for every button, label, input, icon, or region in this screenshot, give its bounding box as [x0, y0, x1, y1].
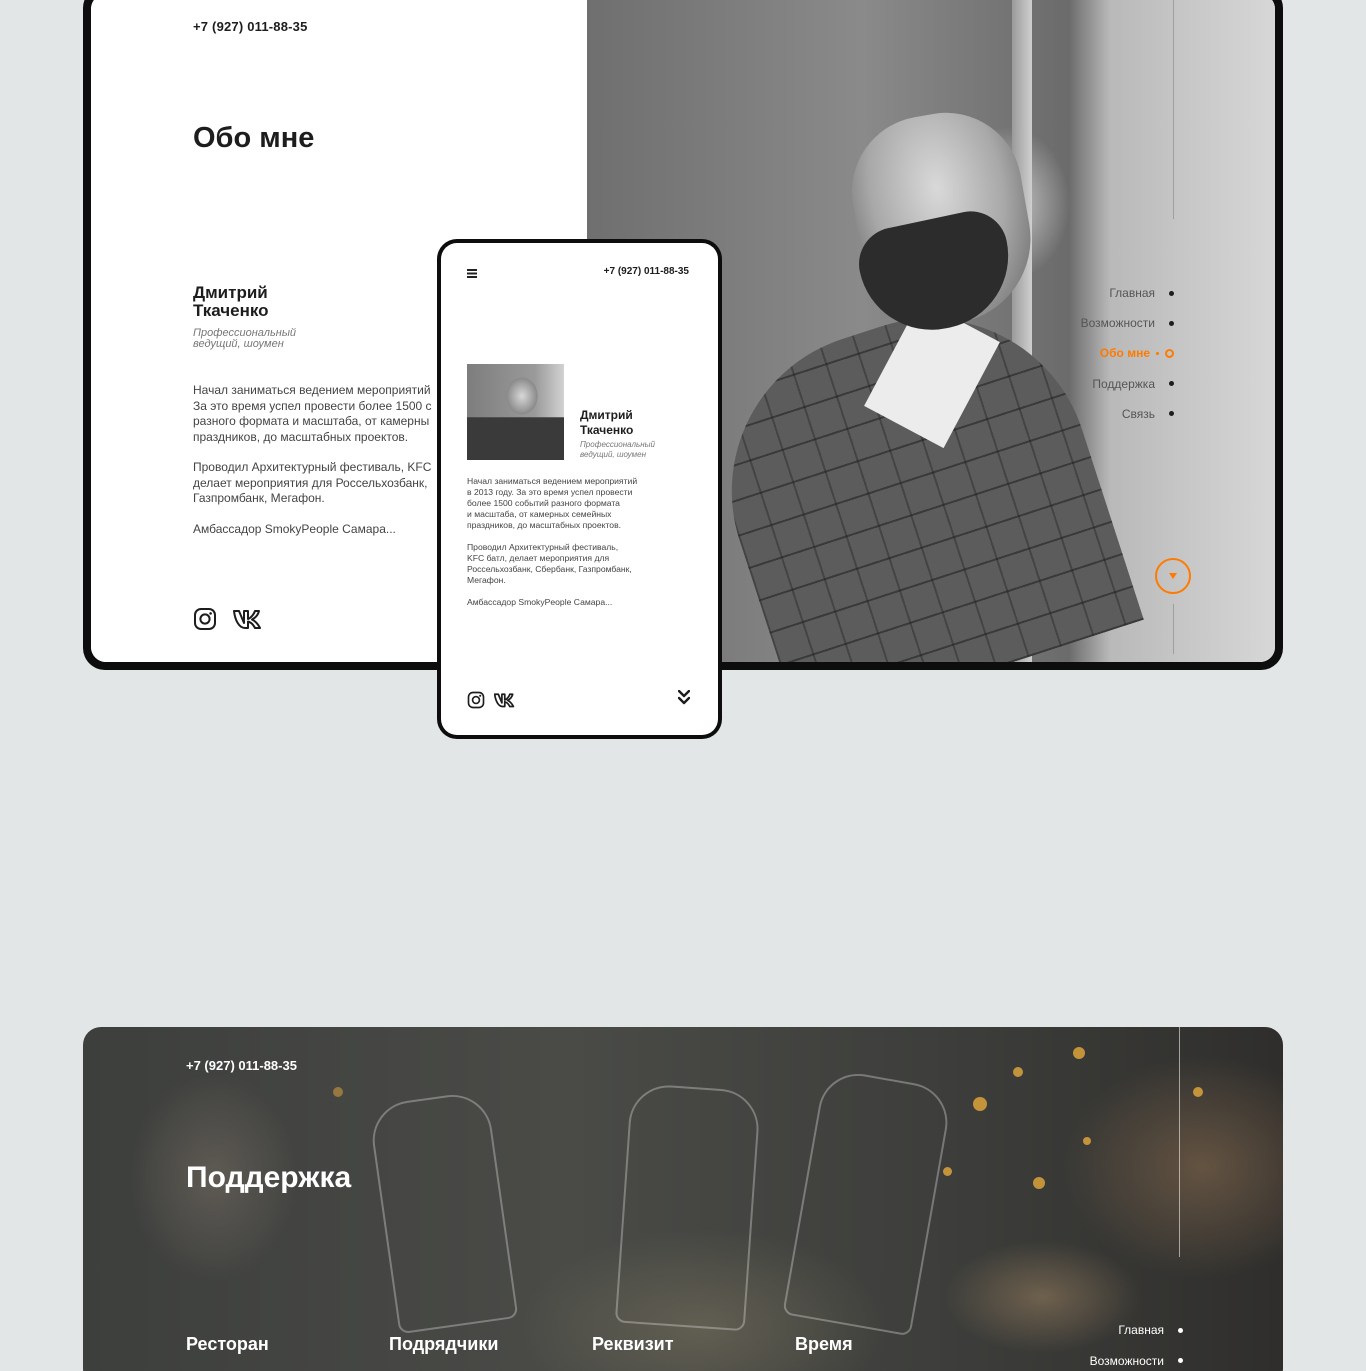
category-contractors[interactable]: Подрядчики: [389, 1334, 498, 1355]
bio-paragraph: Амбассадор SmokyPeople Самара...: [193, 522, 396, 536]
bio-paragraph: Проводил Архитектурный фестиваль, KFC де…: [193, 460, 432, 505]
scroll-down-button[interactable]: [1155, 558, 1191, 594]
nav-item-support[interactable]: Поддержка: [1081, 369, 1174, 399]
support-section: +7 (927) 011-88-35 Поддержка Ресторан По…: [83, 1027, 1283, 1371]
instagram-icon[interactable]: [467, 691, 485, 709]
nav-item-features[interactable]: Возможности: [1081, 308, 1174, 338]
nav-item-contact[interactable]: Связь: [1081, 399, 1174, 429]
vk-icon[interactable]: [494, 692, 517, 708]
social-links: [193, 607, 265, 631]
person-role: Профессиональный ведущий, шоумен: [580, 440, 655, 459]
nav-item-home[interactable]: Главная: [1081, 278, 1174, 308]
nav-divider: [1173, 604, 1174, 654]
section-title: Поддержка: [186, 1161, 352, 1194]
person-name: Дмитрий Ткаченко: [193, 283, 269, 320]
nav-item-about[interactable]: Обо мне: [1081, 338, 1174, 368]
menu-icon[interactable]: [467, 269, 477, 278]
category-props[interactable]: Реквизит: [592, 1334, 674, 1355]
instagram-icon[interactable]: [193, 607, 217, 631]
double-chevron-down-icon[interactable]: [678, 690, 690, 705]
person-name: Дмитрий Ткаченко: [580, 408, 634, 437]
phone-link[interactable]: +7 (927) 011-88-35: [186, 1058, 297, 1073]
bio-paragraph: Начал заниматься ведением мероприятий в …: [467, 476, 638, 530]
portrait-thumbnail: [467, 364, 564, 460]
bio-paragraph: Начал заниматься ведением мероприятий За…: [193, 383, 432, 444]
nav-divider: [1173, 0, 1174, 219]
side-nav: Главная Возможности: [1090, 1315, 1183, 1371]
page-title: Обо мне: [193, 122, 315, 154]
phone-link[interactable]: +7 (927) 011-88-35: [604, 266, 689, 277]
side-nav: Главная Возможности Обо мне Поддержка Св…: [1081, 278, 1174, 429]
vk-icon[interactable]: [233, 608, 265, 630]
phone-link[interactable]: +7 (927) 011-88-35: [193, 19, 308, 34]
person-role: Профессиональный ведущий, шоумен: [193, 327, 297, 350]
mobile-screen: +7 (927) 011-88-35 Дмитрий Ткаченко Проф…: [441, 243, 718, 735]
nav-divider: [1179, 1027, 1180, 1257]
nav-item-home[interactable]: Главная: [1090, 1315, 1183, 1346]
bio-paragraph: Амбассадор SmokyPeople Самара...: [467, 597, 613, 607]
bio-paragraph: Проводил Архитектурный фестиваль, KFC ба…: [467, 542, 632, 585]
social-links: [467, 691, 517, 709]
scroll-down-icon: [1169, 573, 1177, 579]
category-time[interactable]: Время: [795, 1334, 853, 1355]
mobile-mockup: +7 (927) 011-88-35 Дмитрий Ткаченко Проф…: [437, 239, 722, 739]
nav-item-features[interactable]: Возможности: [1090, 1346, 1183, 1371]
category-restaurant[interactable]: Ресторан: [186, 1334, 269, 1355]
